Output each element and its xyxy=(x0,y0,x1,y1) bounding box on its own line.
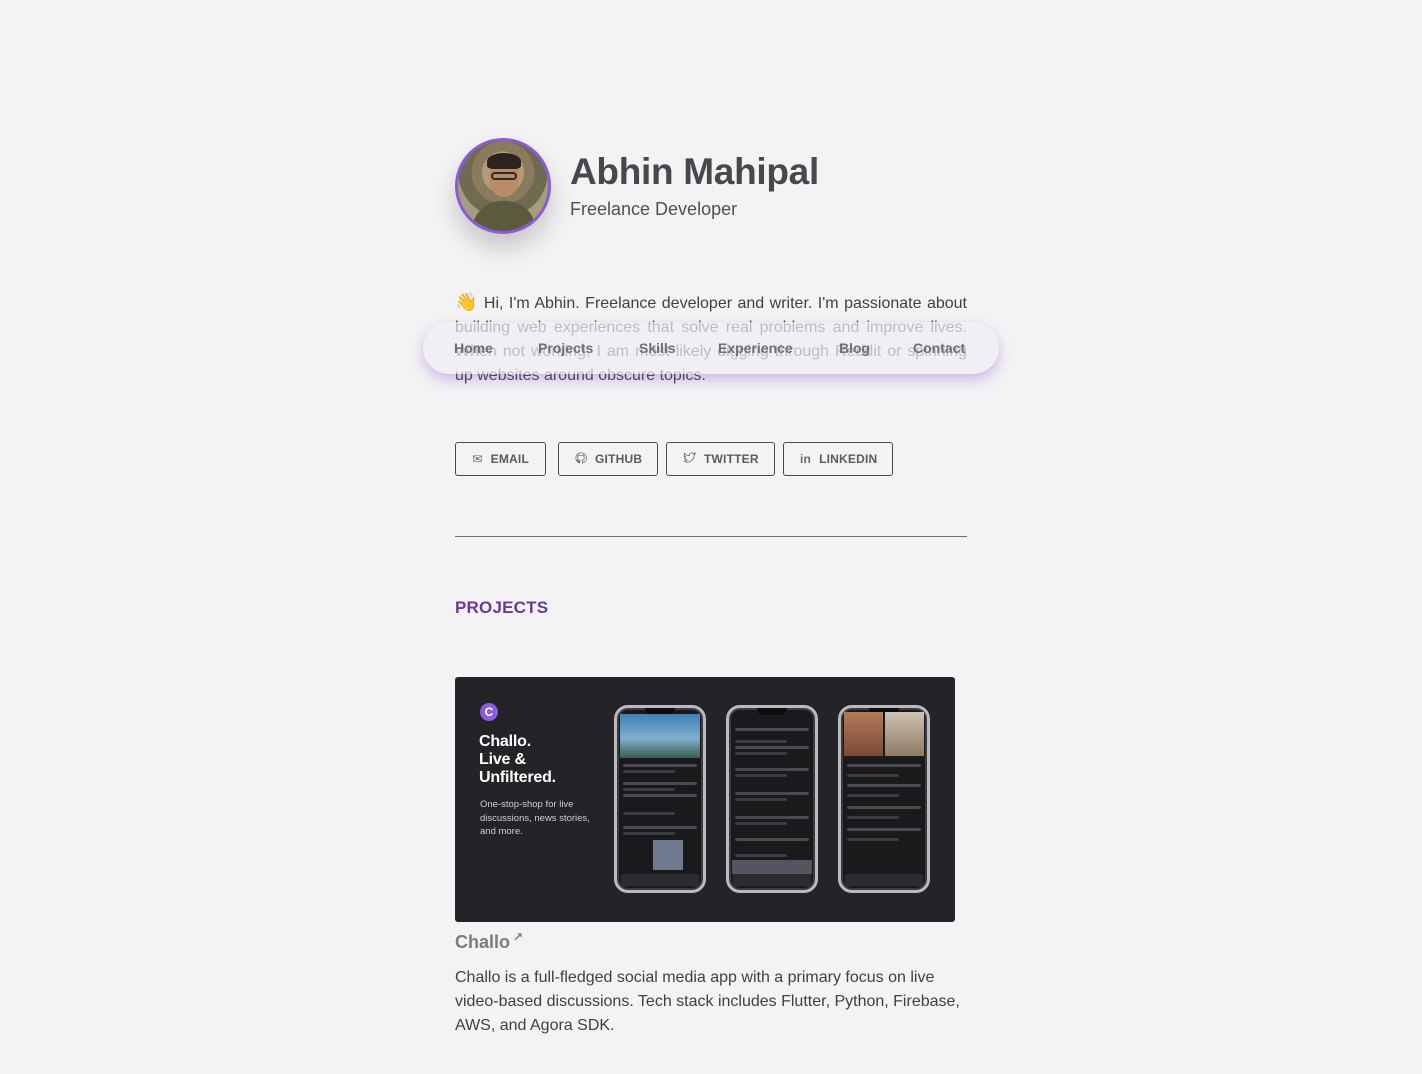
subtitle-role: Freelance Developer xyxy=(570,198,738,219)
headline-line: Live & xyxy=(479,751,526,768)
nav-home[interactable]: Home xyxy=(454,340,493,356)
mail-icon: ✉ xyxy=(472,452,483,466)
github-icon xyxy=(575,451,587,467)
screenshot-tagline: One-stop-shop for live discussions, news… xyxy=(480,799,590,837)
nav-blog[interactable]: Blog xyxy=(839,340,870,356)
phone-mockup xyxy=(614,705,706,893)
nav-experience[interactable]: Experience xyxy=(718,340,793,356)
page-title: Abhin Mahipal xyxy=(570,151,819,193)
nav-contact[interactable]: Contact xyxy=(913,340,965,356)
headline-line: Challo. xyxy=(479,733,531,750)
projects-heading: PROJECTS xyxy=(455,598,549,617)
twitter-label: TWITTER xyxy=(704,452,759,466)
twitter-button[interactable]: TWITTER xyxy=(666,442,775,476)
portfolio-page: Abhin Mahipal Freelance Developer 👋 Hi, … xyxy=(0,0,1422,1074)
github-label: GITHUB xyxy=(595,452,643,466)
project-description: Challo is a full-fledged social media ap… xyxy=(455,969,960,1034)
project-title-link[interactable]: Challo ↗ xyxy=(455,930,524,953)
screenshot-headline: Challo. Live & Unfiltered. xyxy=(479,733,556,787)
nav-skills[interactable]: Skills xyxy=(639,340,676,356)
external-link-icon: ↗ xyxy=(513,930,524,944)
wave-emoji: 👋 xyxy=(455,292,479,312)
github-button[interactable]: GITHUB xyxy=(558,442,658,476)
linkedin-button[interactable]: in LINKEDIN xyxy=(783,442,893,476)
phone-mockup xyxy=(838,705,930,893)
project-screenshot[interactable]: C Challo. Live & Unfiltered. One-stop-sh… xyxy=(455,677,955,922)
project-name: Challo xyxy=(455,932,511,952)
headline-line: Unfiltered. xyxy=(479,769,556,786)
avatar xyxy=(455,138,551,234)
floating-nav: Home Projects Skills Experience Blog Con… xyxy=(423,322,999,374)
email-label: EMAIL xyxy=(490,452,529,466)
challo-logo: C xyxy=(480,703,498,721)
linkedin-label: LINKEDIN xyxy=(819,452,878,466)
twitter-icon xyxy=(683,451,696,467)
phone-mockup xyxy=(726,705,818,893)
section-divider xyxy=(455,536,967,537)
social-links: ✉ EMAIL GITHUB TWITTER in LINKEDIN xyxy=(455,442,905,476)
email-button[interactable]: ✉ EMAIL xyxy=(455,442,546,476)
profile-header: Abhin Mahipal Freelance Developer xyxy=(455,138,819,234)
linkedin-icon: in xyxy=(800,452,812,466)
title-block: Abhin Mahipal Freelance Developer xyxy=(570,151,819,220)
nav-projects[interactable]: Projects xyxy=(538,340,593,356)
